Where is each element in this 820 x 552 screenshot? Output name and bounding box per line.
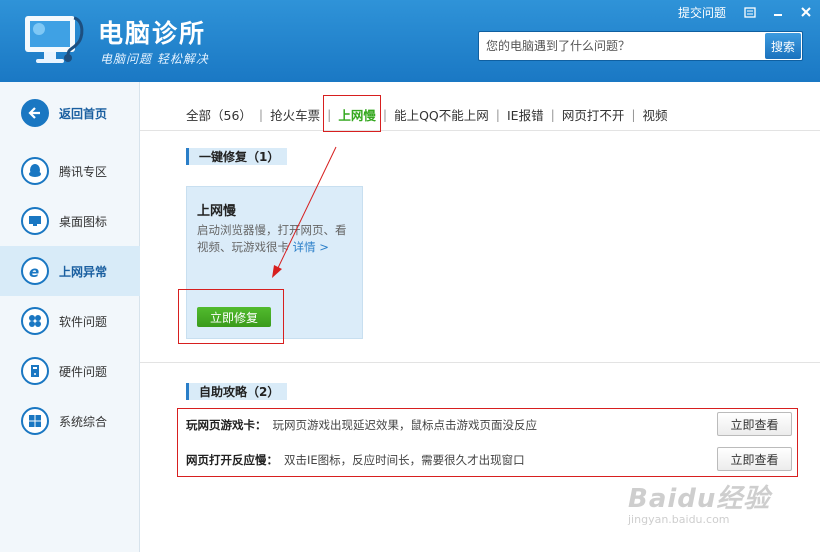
tab-all[interactable]: 全部（56） <box>186 105 252 124</box>
tab-separator: | <box>550 106 555 122</box>
quick-fix-section-title: 一键修复（1） <box>186 148 288 165</box>
annotation-highlight-guides <box>177 408 798 477</box>
tab-ie-error[interactable]: IE报错 <box>507 105 544 124</box>
sidebar-item-system[interactable]: 系统综合 <box>0 397 140 445</box>
windows-icon <box>21 407 49 435</box>
monitor-icon <box>21 207 49 235</box>
watermark-brand: Baidu经验 <box>628 484 771 514</box>
baidu-jingyan-watermark: Baidu经验 jingyan.baidu.com <box>628 478 770 526</box>
divider <box>140 130 820 131</box>
tab-separator: | <box>631 106 636 122</box>
card-title: 上网慢 <box>197 204 237 219</box>
tab-separator: | <box>495 106 500 122</box>
ie-browser-icon: e <box>21 257 49 285</box>
back-arrow-icon <box>21 99 49 127</box>
hardware-icon <box>21 357 49 385</box>
sidebar-item-hardware[interactable]: 硬件问题 <box>0 347 140 395</box>
details-link[interactable]: 详情 > <box>293 240 329 254</box>
divider <box>140 362 820 363</box>
title-bar: 电脑诊所 电脑问题 轻松解决 提交问题 搜索 <box>0 0 820 82</box>
card-description: 启动浏览器慢，打开网页、看视频、玩游戏很卡 详情 > <box>197 222 357 256</box>
menu-icon[interactable] <box>736 0 764 24</box>
sidebar-item-home[interactable]: 返回首页 <box>0 89 140 137</box>
close-icon[interactable] <box>792 0 820 24</box>
sidebar-item-label: 桌面图标 <box>59 214 108 229</box>
sidebar-item-label: 软件问题 <box>59 314 108 329</box>
sidebar-item-label: 系统综合 <box>59 414 108 429</box>
svg-text:e: e <box>29 263 39 280</box>
sidebar-item-desktop[interactable]: 桌面图标 <box>0 197 140 245</box>
search-button[interactable]: 搜索 <box>765 33 801 59</box>
tab-video[interactable]: 视频 <box>643 105 668 124</box>
sidebar-item-label: 返回首页 <box>59 106 108 121</box>
sidebar-item-tencent[interactable]: 腾讯专区 <box>0 147 140 195</box>
sidebar-item-network[interactable]: e 上网异常 <box>0 246 140 296</box>
window-controls: 提交问题 <box>668 0 820 24</box>
monitor-stethoscope-logo-icon <box>25 16 84 63</box>
tab-page-not-open[interactable]: 网页打不开 <box>562 105 625 124</box>
search-box: 搜索 <box>478 31 803 61</box>
app-title: 电脑诊所 <box>98 19 207 48</box>
tab-qq-only[interactable]: 能上QQ不能上网 <box>394 105 489 124</box>
self-help-section-title: 自助攻略（2） <box>186 383 288 400</box>
sidebar-item-software[interactable]: 软件问题 <box>0 297 140 345</box>
app-subtitle: 电脑问题 轻松解决 <box>100 52 209 66</box>
sidebar-item-label: 上网异常 <box>59 264 108 279</box>
submit-feedback-link[interactable]: 提交问题 <box>668 4 736 21</box>
sidebar-item-label: 硬件问题 <box>59 364 108 379</box>
category-tabs: 全部（56） | 抢火车票 | 上网慢 | 能上QQ不能上网 | IE报错 | … <box>186 104 668 124</box>
minimize-icon[interactable] <box>764 0 792 24</box>
qq-penguin-icon <box>21 157 49 185</box>
search-input[interactable] <box>479 32 763 60</box>
tab-train-tickets[interactable]: 抢火车票 <box>270 105 320 124</box>
software-icon <box>21 307 49 335</box>
annotation-highlight-tab <box>323 95 381 132</box>
tab-separator: | <box>382 106 388 122</box>
tab-separator: | <box>258 106 264 122</box>
annotation-highlight-fix-button <box>178 289 284 344</box>
sidebar-item-label: 腾讯专区 <box>59 164 108 179</box>
sidebar: 返回首页 腾讯专区 桌面图标 e 上网异常 软件问题 硬件问题 系统综合 <box>0 82 140 552</box>
